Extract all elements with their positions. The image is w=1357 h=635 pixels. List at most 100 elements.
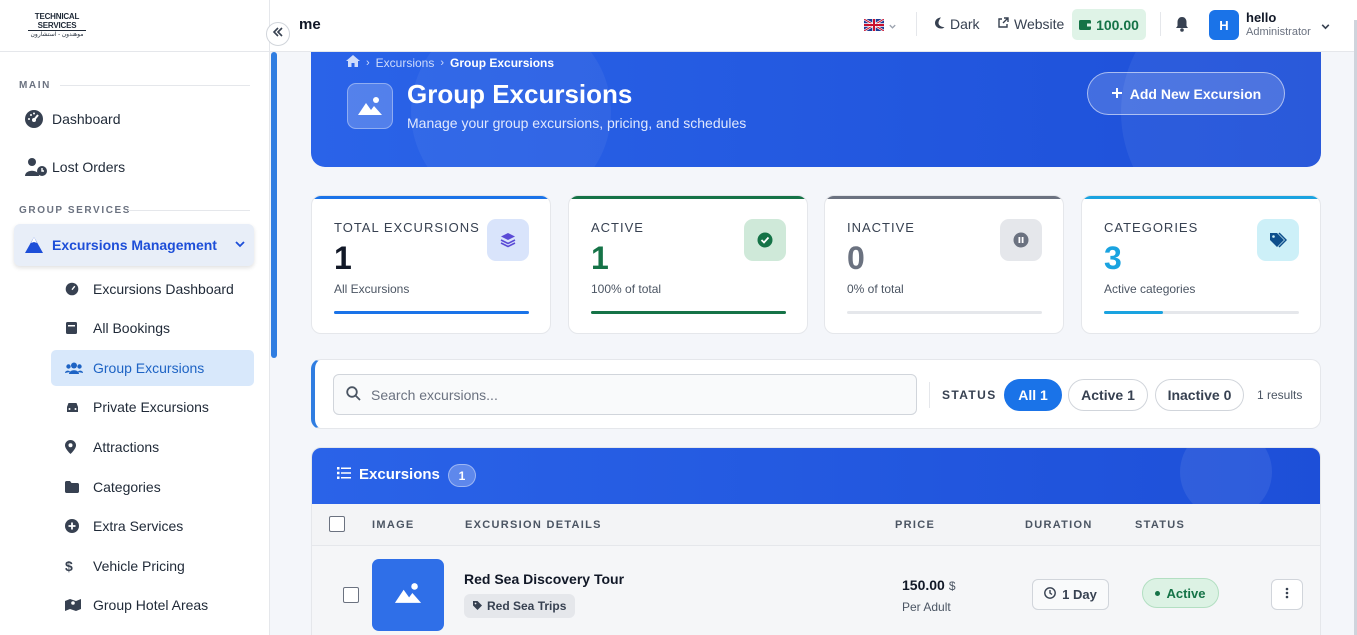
language-selector[interactable] <box>863 17 897 36</box>
sidebar-subitem-categories[interactable]: Categories <box>51 469 254 505</box>
dark-mode-label: Dark <box>950 16 980 32</box>
stat-caption: Active categories <box>1104 282 1196 296</box>
table-header: Excursions 1 <box>312 448 1320 504</box>
chevron-down-icon[interactable] <box>1320 19 1331 37</box>
table-row[interactable]: Red Sea Discovery Tour Red Sea Trips 150… <box>312 546 1320 635</box>
status-pill-all[interactable]: All 1 <box>1004 379 1062 411</box>
uk-flag-icon <box>863 17 885 36</box>
sidebar-item-dashboard[interactable]: Dashboard <box>14 99 254 139</box>
page-heading: me <box>299 16 321 33</box>
search-input[interactable] <box>371 386 891 403</box>
sidebar-item-label: Lost Orders <box>52 159 126 175</box>
sidebar-item-excursions-management[interactable]: Excursions Management <box>14 224 254 266</box>
book-icon <box>65 321 93 335</box>
row-actions-button[interactable] <box>1271 579 1303 610</box>
status-badge: Active <box>1142 578 1219 608</box>
excursion-name[interactable]: Red Sea Discovery Tour <box>464 571 624 587</box>
page-subtitle: Manage your group excursions, pricing, a… <box>407 115 747 131</box>
stat-value: 3 <box>1104 240 1122 276</box>
add-excursion-label: Add New Excursion <box>1129 85 1262 102</box>
stat-label: INACTIVE <box>847 220 915 235</box>
chevron-down-icon <box>234 237 246 253</box>
user-menu[interactable]: hello Administrator <box>1246 10 1311 38</box>
moon-icon <box>934 16 945 32</box>
section-main-label: MAIN <box>19 80 51 91</box>
price-unit: Per Adult <box>902 600 951 614</box>
plus-icon <box>1111 86 1123 102</box>
website-link[interactable]: Website <box>997 16 1064 32</box>
table-title-text: Excursions <box>359 466 440 483</box>
dollar-icon: $ <box>65 558 73 574</box>
users-icon <box>65 362 93 375</box>
company-logo[interactable]: TECHNICAL SERVICES موهندون - استشارون <box>28 12 86 38</box>
breadcrumb-current: Group Excursions <box>450 55 555 70</box>
select-all-checkbox[interactable] <box>329 516 345 532</box>
bell-icon <box>1175 17 1189 36</box>
price-value: 150.00 $ <box>902 577 956 593</box>
sidebar-subitem-attractions[interactable]: Attractions <box>51 429 254 465</box>
logo-subtext: موهندون - استشارون <box>28 30 86 39</box>
add-excursion-button[interactable]: Add New Excursion <box>1087 72 1285 115</box>
pill-label: Inactive <box>1167 387 1220 403</box>
status-label: Active <box>1166 585 1206 601</box>
price-currency: $ <box>948 579 956 593</box>
page-header-banner: › Excursions › Group Excursions Group Ex… <box>311 52 1321 167</box>
section-group-label: GROUP SERVICES <box>19 205 132 216</box>
avatar[interactable]: H <box>1209 10 1239 40</box>
sidebar-item-label: Excursions Management <box>52 237 217 253</box>
sidebar-subitem-group-hotel-areas[interactable]: Group Hotel Areas <box>51 587 254 623</box>
status-pill-inactive[interactable]: Inactive 0 <box>1155 379 1244 411</box>
duration-label: 1 Day <box>1062 587 1097 602</box>
user-role: Administrator <box>1246 26 1311 38</box>
sidebar-scrollbar[interactable] <box>271 52 277 358</box>
user-clock-icon <box>24 157 52 177</box>
breadcrumb-link[interactable]: Excursions <box>376 56 435 70</box>
more-vertical-icon <box>1285 586 1289 604</box>
sidebar-item-lost-orders[interactable]: Lost Orders <box>14 147 254 187</box>
column-header-duration: DURATION <box>1025 519 1093 531</box>
column-header-price: PRICE <box>895 519 936 531</box>
website-label: Website <box>1014 16 1065 32</box>
stat-progress <box>847 311 1042 314</box>
stat-caption: All Excursions <box>334 282 410 296</box>
card-accent <box>569 196 807 199</box>
category-label: Red Sea Trips <box>487 599 567 613</box>
sidebar-subitem-label: Extra Services <box>93 518 184 534</box>
notifications-button[interactable] <box>1175 16 1189 37</box>
sidebar-subitem-private-excursions[interactable]: Private Excursions <box>51 389 254 425</box>
sidebar-subitem-excursions-dashboard[interactable]: Excursions Dashboard <box>51 271 254 307</box>
home-icon[interactable] <box>346 55 360 70</box>
sidebar-subitem-group-excursions[interactable]: Group Excursions <box>51 350 254 386</box>
stat-progress-fill <box>591 311 786 314</box>
sidebar-subitem-vehicle-pricing[interactable]: $ Vehicle Pricing <box>51 548 254 584</box>
dark-mode-toggle[interactable]: Dark <box>934 16 980 32</box>
sidebar-subitem-all-bookings[interactable]: All Bookings <box>51 310 254 346</box>
category-tag: Red Sea Trips <box>464 594 576 618</box>
map-icon <box>65 598 93 612</box>
sidebar-subitem-extra-services[interactable]: Extra Services <box>51 508 254 544</box>
sidebar-subitem-label: Attractions <box>93 439 160 455</box>
status-pill-active[interactable]: Active 1 <box>1068 379 1148 411</box>
wallet-balance[interactable]: 100.00 <box>1072 9 1146 40</box>
stat-progress <box>1104 311 1299 314</box>
row-checkbox[interactable] <box>343 587 359 603</box>
wallet-icon <box>1079 17 1092 33</box>
sidebar-subitem-label: All Bookings <box>93 320 171 336</box>
stat-value: 0 <box>847 240 865 276</box>
filter-bar: STATUS All 1 Active 1 Inactive 0 1 resul… <box>311 359 1321 429</box>
status-filter-label: STATUS <box>942 388 997 402</box>
card-accent <box>825 196 1063 199</box>
stat-caption: 0% of total <box>847 282 904 296</box>
pill-label: Active <box>1081 387 1124 403</box>
collapse-sidebar-button[interactable] <box>266 22 290 46</box>
stat-card-active: ACTIVE 1 100% of total <box>568 195 808 334</box>
check-circle-icon <box>744 219 786 261</box>
list-icon <box>337 466 351 483</box>
table-title: Excursions <box>337 466 440 483</box>
chevron-down-icon <box>888 18 897 36</box>
excursion-thumbnail[interactable] <box>372 559 444 631</box>
duration-badge: 1 Day <box>1032 579 1109 610</box>
divider <box>60 85 250 86</box>
stat-value: 1 <box>591 240 609 276</box>
image-icon <box>393 581 423 610</box>
